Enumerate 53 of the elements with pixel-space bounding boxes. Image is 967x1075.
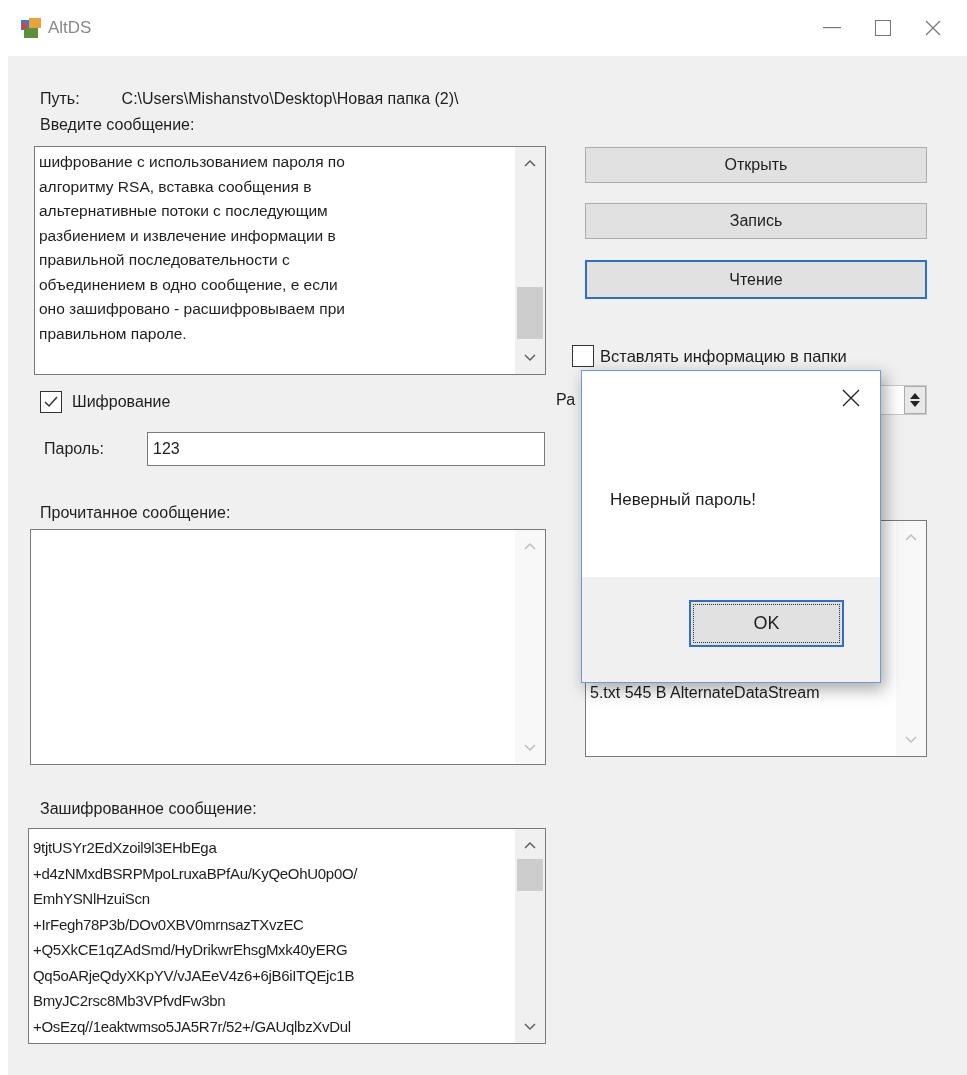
message-line: альтернативные потоки с последующим (39, 201, 328, 221)
message-line: алгоритму RSA, вставка сообщения в (39, 176, 312, 197)
message-line: правильном пароле. (39, 323, 187, 344)
check-icon (43, 395, 59, 409)
encrypted-line: EmhYSNlHzuiScn (33, 889, 150, 909)
scrollbar[interactable] (515, 147, 545, 374)
message-line: правильной последовательности с (39, 250, 290, 270)
scroll-down-icon[interactable] (524, 354, 536, 362)
message-textarea[interactable] (34, 146, 546, 375)
encrypted-line: Qq5oARjeQdyXKpYV/vJAEeV4z6+6jB6iITQEjc1B (33, 965, 355, 986)
action-button[interactable]: Чтение (585, 260, 927, 299)
path-value: C:\Users\Mishanstvo\Desktop\Новая папка (2)\ (121, 89, 459, 109)
encrypted-message-textarea[interactable] (28, 828, 546, 1044)
minimize-icon[interactable] (823, 26, 841, 29)
dialog-message: Неверный пароль! (610, 489, 756, 511)
checkbox[interactable] (572, 345, 594, 367)
window-title: AltDS (48, 16, 92, 39)
ok-button[interactable]: OK (689, 600, 844, 647)
action-button[interactable]: Открыть (585, 147, 927, 183)
password-field[interactable]: 123 (147, 432, 545, 466)
message-line: оно зашифровано - расшифровываем при (39, 299, 345, 319)
message-line: объединением в одно сообщение, е если (39, 274, 338, 295)
message-line: шифрование с использованием пароля по (39, 152, 345, 172)
checkbox[interactable] (40, 391, 62, 413)
scroll-up-icon[interactable] (524, 841, 536, 849)
scrollbar[interactable] (515, 829, 545, 1043)
message-label: Введите сообщение: (40, 115, 196, 135)
up-arrow-icon[interactable] (910, 393, 920, 399)
encrypted-line: +IrFegh78P3b/DOv0XBV0mrnsazTXvzEC (33, 914, 304, 935)
scroll-down-icon[interactable] (524, 1023, 536, 1031)
down-arrow-icon[interactable] (910, 401, 920, 407)
path-label: Путь: (40, 89, 80, 109)
read-message-label: Прочитанное сообщение: (40, 503, 232, 523)
encrypted-line: +OsEzq//1eaktwmso5JA5R7r/52+/GAUqlbzXvDul (33, 1016, 351, 1037)
scroll-thumb[interactable] (517, 859, 543, 891)
encrypted-line: +Q5XkCE1qZAdSmd/HyDrikwrEhsgMxk40yERG (33, 940, 348, 960)
spinner[interactable] (904, 386, 926, 414)
stream-item[interactable]: 5.txt 545 B AlternateDataStream (590, 681, 820, 705)
encryption-label[interactable]: Шифрование (72, 390, 171, 414)
insert-into-folders-label[interactable]: Вставлять информацию в папки (600, 343, 847, 369)
action-button[interactable]: Запись (585, 203, 927, 239)
maximize-icon[interactable] (875, 19, 891, 36)
encrypted-message-label: Зашифрованное сообщение: (40, 799, 258, 819)
encrypted-line: 9tjtUSYr2EdXzoil9l3EHbEga (33, 838, 217, 858)
close-icon[interactable] (842, 389, 860, 407)
encrypted-line: +d4zNMxdBSRPMpoLruxaBPfAu/KyQeOhU0p0O/ (33, 863, 358, 884)
encrypted-line: BmyJC2rsc8Mb3VPfvdFw3bn (33, 991, 226, 1011)
message-line: разбиением и извлечение информации в (39, 225, 336, 246)
parts-label: Ра (556, 390, 576, 410)
scroll-thumb[interactable] (517, 287, 543, 339)
scroll-up-icon[interactable] (524, 159, 536, 167)
app-icon (20, 16, 42, 39)
password-label: Пароль: (44, 439, 105, 459)
